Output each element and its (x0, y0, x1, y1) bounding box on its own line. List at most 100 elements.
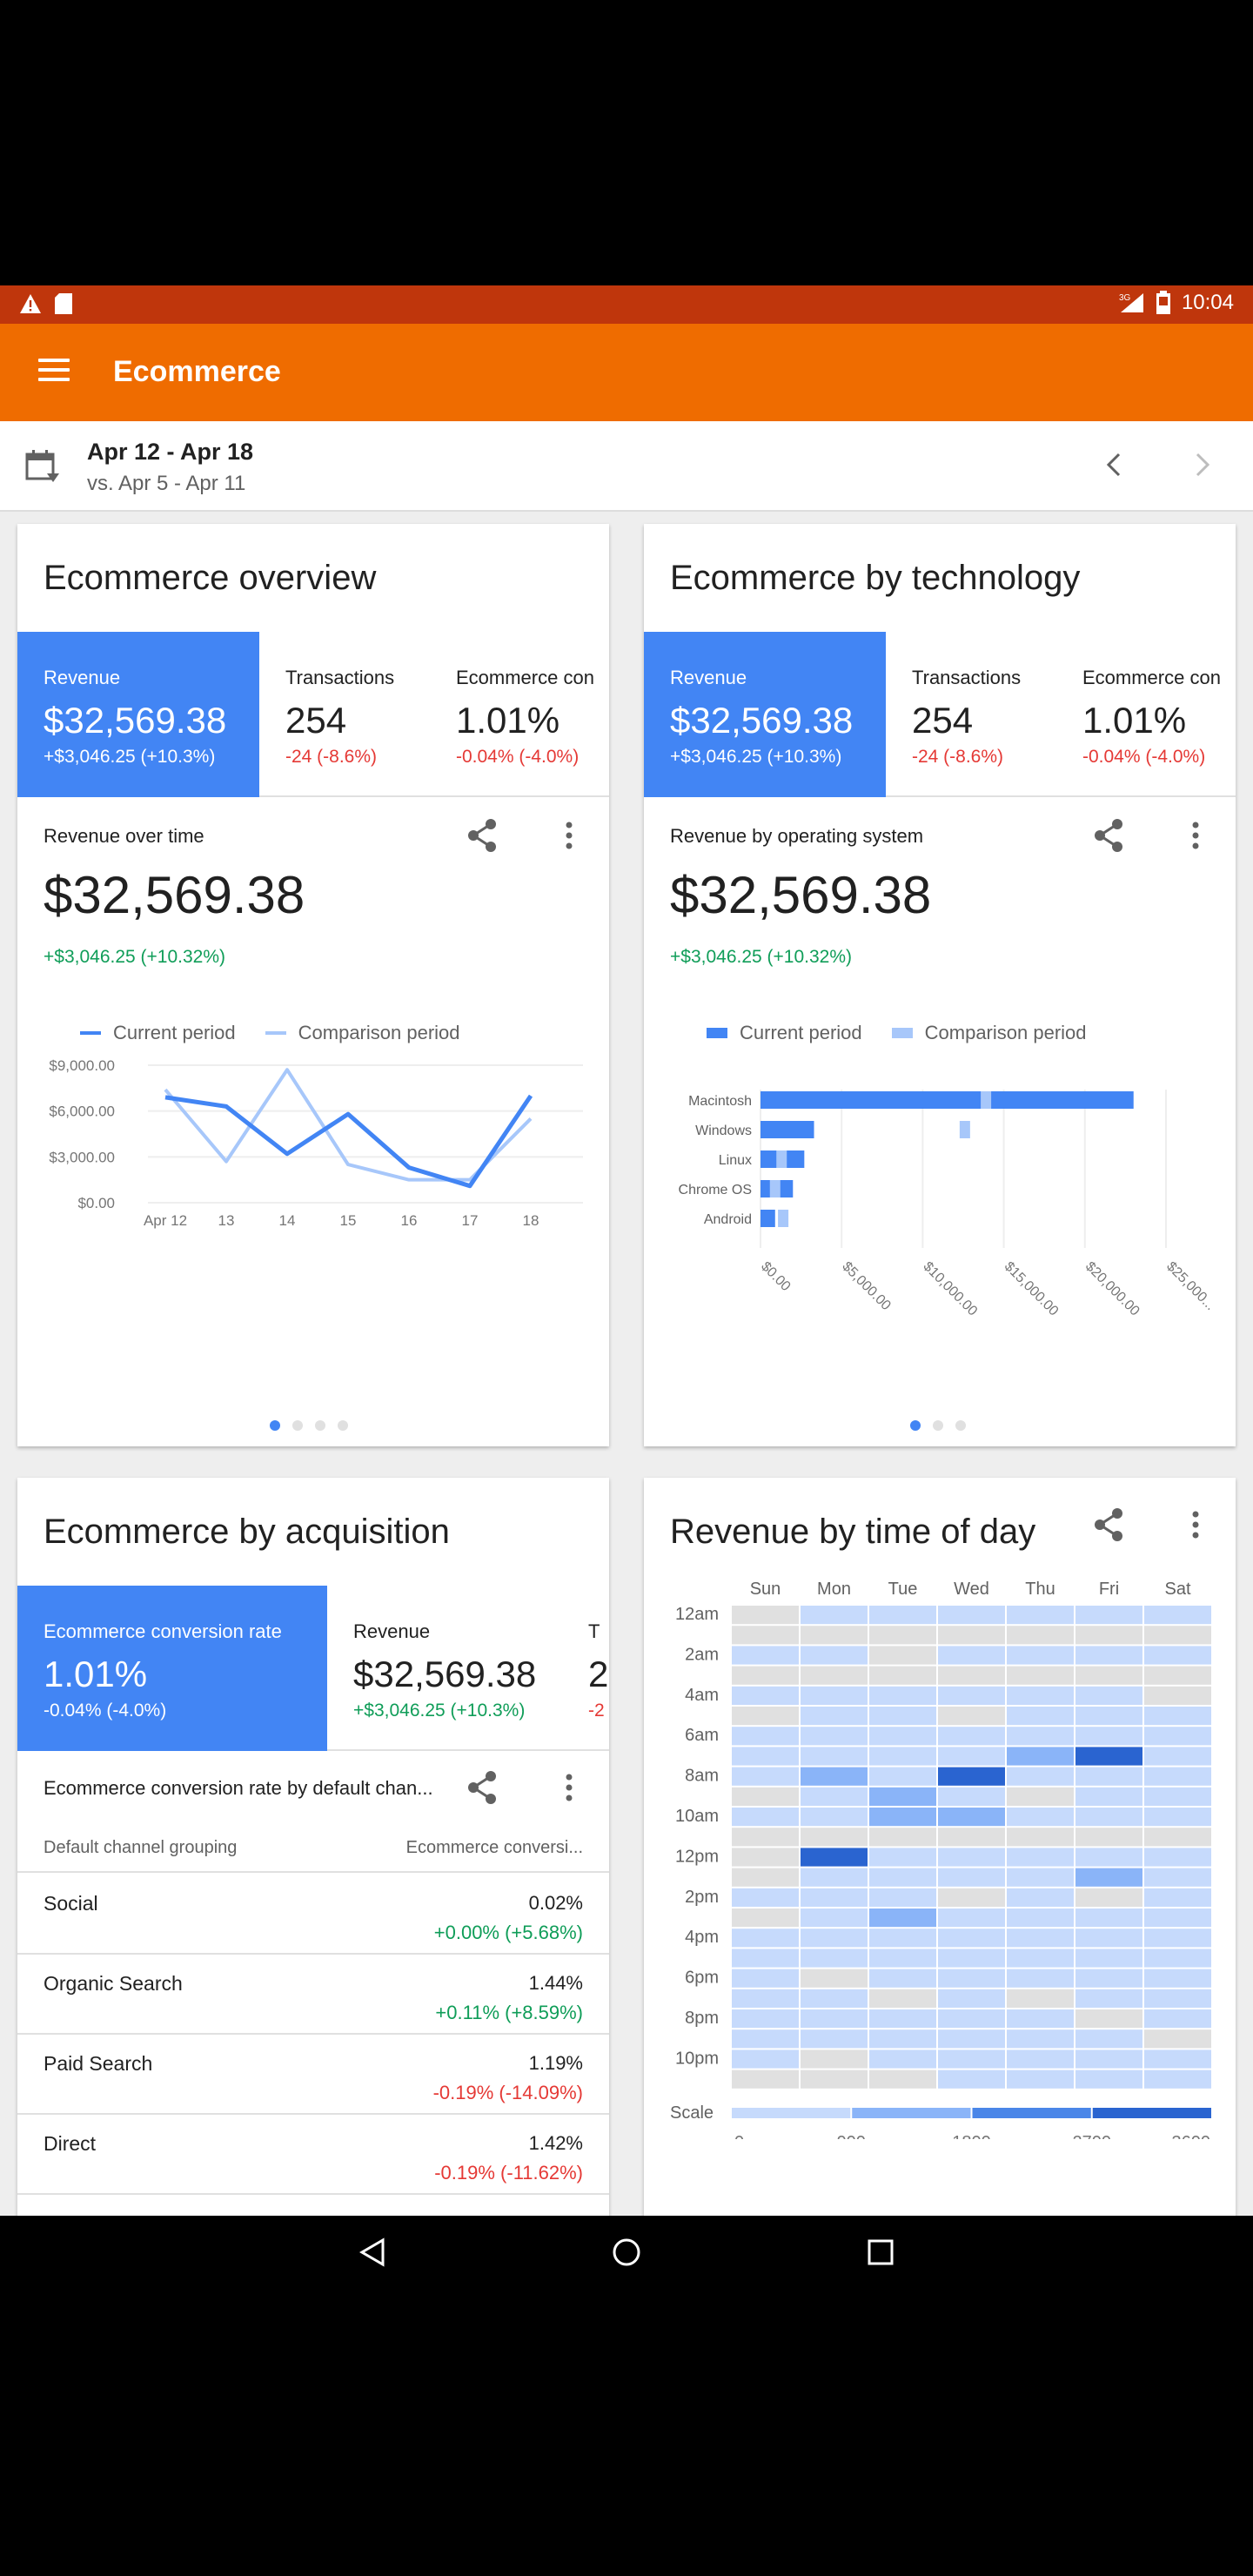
table-row[interactable]: Paid Search 1.19% -0.19% (-14.09%) (17, 2035, 609, 2115)
legend-current: Current period (707, 1022, 862, 1044)
col-header-channel[interactable]: Default channel grouping (44, 1838, 237, 1858)
heatmap-cell (801, 1626, 868, 1645)
heatmap-cell (801, 1949, 868, 1968)
metric-tab-conversion[interactable]: Ecommerce conversion rate 1.01% -0.04% (… (17, 1586, 327, 1751)
heatmap-cell (1007, 1787, 1074, 1806)
chart-title: Revenue over time (44, 825, 204, 847)
heatmap-cell (801, 2009, 868, 2029)
ecommerce-acquisition-card: Ecommerce by acquisition Ecommerce conve… (17, 1478, 609, 2216)
share-icon[interactable] (466, 1770, 498, 1805)
metric-delta: -24 (-8.6%) (285, 747, 378, 767)
scale-tick-label: 900 (837, 2133, 866, 2139)
day-label: Tue (888, 1580, 918, 1599)
metric-label: Revenue (670, 667, 747, 688)
table-row[interactable]: Social 0.02% +0.00% (+5.68%) (17, 1875, 609, 1955)
table-row[interactable]: Organic Search 1.44% +0.11% (+8.59%) (17, 1955, 609, 2035)
metric-label: Transactions (912, 667, 1022, 688)
day-label: Thu (1025, 1580, 1055, 1599)
heatmap-cell (732, 1606, 799, 1625)
metric-delta: +$3,046.25 (+10.3%) (670, 747, 842, 767)
recents-icon[interactable] (865, 2237, 896, 2268)
hour-label: 10am (675, 1807, 719, 1826)
page-dot[interactable] (955, 1420, 966, 1431)
col-header-conversion[interactable]: Ecommerce conversi... (406, 1838, 583, 1858)
heatmap-cell (1007, 1848, 1074, 1867)
calendar-icon[interactable] (24, 449, 61, 484)
more-vert-icon[interactable] (564, 820, 574, 851)
heatmap-cell (1007, 1767, 1074, 1786)
metric-tab-transactions[interactable]: Transactions 254 -24 (-8.6%) (259, 632, 442, 797)
card-title: Ecommerce by acquisition (44, 1513, 450, 1551)
page-dot-active[interactable] (910, 1420, 921, 1431)
metric-label: Ecommerce con (456, 667, 594, 688)
share-icon[interactable] (1093, 1507, 1124, 1542)
metric-delta: -0.04% (-4.0%) (456, 747, 580, 767)
heatmap-cell (1144, 1989, 1211, 2008)
heatmap-cell (1075, 2009, 1142, 2029)
heatmap-cell (869, 1929, 936, 1948)
heatmap-cell (1144, 1767, 1211, 1786)
heatmap-cell (938, 1989, 1005, 2008)
heatmap-cell (801, 2049, 868, 2069)
metric-tab-conversion[interactable]: Ecommerce con 1.01% -0.04% (-4.0%) (1069, 632, 1236, 797)
bar-current (761, 1121, 814, 1138)
heatmap-cell (869, 1707, 936, 1726)
page-dot[interactable] (292, 1420, 303, 1431)
chevron-left-icon[interactable] (1103, 447, 1124, 482)
heatmap-cell (938, 1727, 1005, 1746)
day-label: Sun (750, 1580, 781, 1599)
heatmap-cell (1007, 1626, 1074, 1645)
metric-tab-transactions[interactable]: Transactions 254 -24 (-8.6%) (886, 632, 1069, 797)
metric-tab-revenue[interactable]: Revenue $32,569.38 +$3,046.25 (+10.3%) (644, 632, 886, 797)
revenue-line-chart[interactable]: $0.00 $3,000.00 $6,000.00 $9,000.00 Apr 12 13… (17, 1046, 609, 1316)
page-dot[interactable] (933, 1420, 943, 1431)
chevron-right-icon[interactable] (1192, 447, 1213, 482)
metric-tab-conversion[interactable]: Ecommerce con 1.01% -0.04% (-4.0%) (442, 632, 609, 797)
share-icon[interactable] (1093, 818, 1124, 853)
back-icon[interactable] (357, 2237, 388, 2268)
more-vert-icon[interactable] (564, 1772, 574, 1803)
heatmap-cell (1007, 1666, 1074, 1685)
page-dot[interactable] (338, 1420, 348, 1431)
metric-value: 2 (588, 1654, 609, 1694)
date-range-bar[interactable]: Apr 12 - Apr 18 vs. Apr 5 - Apr 11 (0, 421, 1253, 512)
legend-swatch (265, 1031, 286, 1035)
metric-label: Revenue (353, 1620, 431, 1642)
row-change: -0.19% (-14.09%) (432, 2082, 583, 2103)
page-dot-active[interactable] (270, 1420, 280, 1431)
heatmap-cell (1144, 1848, 1211, 1867)
more-vert-icon[interactable] (1190, 820, 1201, 851)
heatmap-cell (1144, 1888, 1211, 1907)
metric-tab-revenue[interactable]: Revenue $32,569.38 +$3,046.25 (+10.3%) (17, 632, 259, 797)
os-bar-chart[interactable]: $0.00 $5,000.00 $10,000.00 $15,000.00 $20,00… (644, 1046, 1236, 1333)
row-change: +0.11% (+8.59%) (435, 2002, 583, 2023)
date-range[interactable]: Apr 12 - Apr 18 (87, 439, 253, 466)
table-row[interactable]: Direct 1.42% -0.19% (-11.62%) (17, 2115, 609, 2195)
heatmap-cell (1144, 1808, 1211, 1827)
heatmap-cell (732, 1888, 799, 1907)
heatmap-cell (938, 1868, 1005, 1887)
page-dot[interactable] (315, 1420, 325, 1431)
menu-icon[interactable] (38, 359, 70, 385)
heatmap-cell (1007, 1868, 1074, 1887)
hour-label: 8pm (685, 2009, 719, 2028)
home-icon[interactable] (611, 2237, 642, 2268)
metric-tab-transactions[interactable]: T 2 -2 (580, 1586, 609, 1751)
day-label: Sat (1164, 1580, 1190, 1599)
heatmap-cell (801, 1808, 868, 1827)
ecommerce-overview-card: Ecommerce overview Revenue $32,569.38 +$… (17, 524, 609, 1446)
time-of-day-heatmap[interactable]: Sun Mon Tue Wed Thu Fri Sat 12am 2am 4am 6am 8am 10a… (644, 1573, 1236, 2139)
heatmap-cell (869, 1808, 936, 1827)
heatmap-cell (1007, 1707, 1074, 1726)
heatmap-cell (1144, 1828, 1211, 1847)
heatmap-cell (1075, 1767, 1142, 1786)
hour-label: 4am (685, 1686, 719, 1705)
hour-label: 12am (675, 1605, 719, 1624)
heatmap-cell (869, 2009, 936, 2029)
heatmap-cell (1007, 1949, 1074, 1968)
more-vert-icon[interactable] (1190, 1509, 1201, 1540)
metric-value: $32,569.38 (353, 1654, 537, 1694)
metric-tab-revenue[interactable]: Revenue $32,569.38 +$3,046.25 (+10.3%) (327, 1586, 580, 1751)
heatmap-cell (938, 1848, 1005, 1867)
share-icon[interactable] (466, 818, 498, 853)
